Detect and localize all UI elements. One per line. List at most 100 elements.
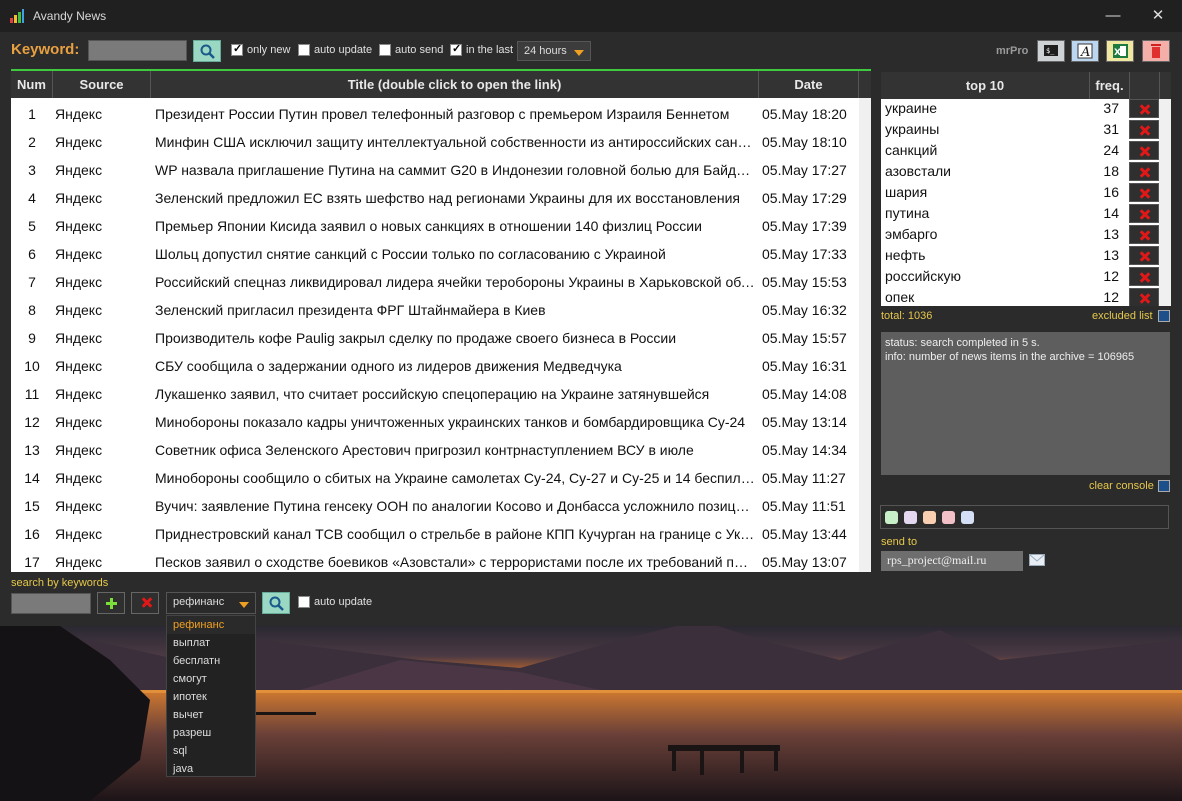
color-swatch-pink[interactable] bbox=[942, 511, 955, 524]
exclude-word-button[interactable] bbox=[1129, 120, 1159, 139]
keyword-search-button[interactable] bbox=[262, 592, 290, 614]
keyword-input[interactable] bbox=[88, 40, 187, 61]
table-row[interactable]: 10 Яндекс СБУ сообщила о задержании одного… bbox=[11, 352, 859, 380]
top10-freq: 13 bbox=[1103, 247, 1119, 263]
column-header-source[interactable]: Source bbox=[53, 71, 151, 98]
top10-freq: 16 bbox=[1103, 184, 1119, 200]
window-title: Avandy News bbox=[33, 9, 107, 23]
top10-row[interactable]: опек 12 bbox=[881, 287, 1159, 306]
top10-row[interactable]: азовстали 18 bbox=[881, 161, 1159, 182]
exclude-word-button[interactable] bbox=[1129, 267, 1159, 286]
keyword-select[interactable]: рефинанс bbox=[166, 592, 256, 614]
exclude-word-button[interactable] bbox=[1129, 141, 1159, 160]
top10-row[interactable]: российскую 12 bbox=[881, 266, 1159, 287]
keyword-search-input[interactable] bbox=[11, 593, 91, 614]
top10-row[interactable]: нефть 13 bbox=[881, 245, 1159, 266]
envelope-icon[interactable] bbox=[1029, 554, 1045, 566]
exclude-word-button[interactable] bbox=[1129, 99, 1159, 118]
color-swatch-blue[interactable] bbox=[961, 511, 974, 524]
exclude-word-button[interactable] bbox=[1129, 183, 1159, 202]
total-label: total: 1036 bbox=[881, 310, 933, 322]
top10-row[interactable]: украины 31 bbox=[881, 119, 1159, 140]
keyword-option[interactable]: выплат bbox=[167, 634, 255, 652]
top10-row[interactable]: санкций 24 bbox=[881, 140, 1159, 161]
top10-scrollbar[interactable] bbox=[1159, 99, 1171, 306]
minimize-button[interactable]: — bbox=[1098, 6, 1128, 26]
font-button[interactable]: A bbox=[1071, 40, 1099, 62]
top10-word: украины bbox=[885, 121, 940, 137]
table-row[interactable]: 5 Яндекс Премьер Японии Кисида заявил о но… bbox=[11, 212, 859, 240]
exclude-word-button[interactable] bbox=[1129, 204, 1159, 223]
keyword-option[interactable]: смогут bbox=[167, 670, 255, 688]
table-row[interactable]: 11 Яндекс Лукашенко заявил, что считает ро… bbox=[11, 380, 859, 408]
only-new-checkbox[interactable]: only new bbox=[231, 42, 290, 56]
excel-export-button[interactable]: X bbox=[1106, 40, 1134, 62]
table-row[interactable]: 16 Яндекс Приднестровский канал ТСВ сообщи… bbox=[11, 520, 859, 548]
row-title: СБУ сообщила о задержании одного из лиде… bbox=[155, 358, 622, 374]
keyword-option[interactable]: java bbox=[167, 760, 255, 778]
table-row[interactable]: 13 Яндекс Советник офиса Зеленского Аресто… bbox=[11, 436, 859, 464]
keyword-option[interactable]: ипотек bbox=[167, 688, 255, 706]
in-the-last-checkbox[interactable]: in the last bbox=[450, 42, 513, 56]
clear-console-label: clear console bbox=[1089, 480, 1154, 492]
top10-row[interactable]: эмбарго 13 bbox=[881, 224, 1159, 245]
table-row[interactable]: 7 Яндекс Российский спецназ ликвидировал л… bbox=[11, 268, 859, 296]
keyword-option[interactable]: бесплатн bbox=[167, 652, 255, 670]
column-header-num[interactable]: Num bbox=[11, 71, 53, 98]
color-swatch-green[interactable] bbox=[885, 511, 898, 524]
auto-update-label: auto update bbox=[314, 44, 373, 56]
table-row[interactable]: 12 Яндекс Минобороны показало кадры уничто… bbox=[11, 408, 859, 436]
table-row[interactable]: 1 Яндекс Президент России Путин провел тел… bbox=[11, 100, 859, 128]
exclude-word-button[interactable] bbox=[1129, 225, 1159, 244]
column-header-top10[interactable]: top 10 bbox=[881, 72, 1090, 99]
clear-console-button[interactable] bbox=[1158, 480, 1170, 492]
auto-update-checkbox[interactable]: auto update bbox=[298, 44, 372, 56]
keyword-option[interactable]: рефинанс bbox=[167, 616, 255, 634]
column-header-title[interactable]: Title (double click to open the link) bbox=[151, 71, 759, 98]
excluded-list-toggle[interactable] bbox=[1158, 310, 1170, 322]
exclude-word-button[interactable] bbox=[1129, 288, 1159, 306]
exclude-word-button[interactable] bbox=[1129, 162, 1159, 181]
table-row[interactable]: 14 Яндекс Минобороны сообщило о сбитых на … bbox=[11, 464, 859, 492]
column-header-date[interactable]: Date bbox=[759, 71, 859, 98]
close-button[interactable]: ✕ bbox=[1143, 6, 1173, 26]
table-row[interactable]: 17 Яндекс Песков заявил о сходстве боевико… bbox=[11, 548, 859, 572]
email-field[interactable]: rps_project@mail.ru bbox=[881, 551, 1023, 571]
top10-freq: 12 bbox=[1103, 289, 1119, 305]
color-swatch-orange[interactable] bbox=[923, 511, 936, 524]
top10-row[interactable]: украине 37 bbox=[881, 98, 1159, 119]
top10-word: российскую bbox=[885, 268, 961, 284]
checkbox-box[interactable] bbox=[231, 42, 243, 56]
keyword-auto-update-checkbox[interactable]: auto update bbox=[298, 596, 372, 608]
table-row[interactable]: 15 Яндекс Вучич: заявление Путина генсеку … bbox=[11, 492, 859, 520]
console-button[interactable]: $_ bbox=[1037, 40, 1065, 62]
delete-button[interactable] bbox=[1142, 40, 1170, 62]
checkbox-box[interactable] bbox=[379, 44, 391, 56]
remove-keyword-button[interactable] bbox=[131, 592, 159, 614]
table-row[interactable]: 9 Яндекс Производитель кофе Paulig закрыл … bbox=[11, 324, 859, 352]
row-source: Яндекс bbox=[55, 134, 103, 150]
table-row[interactable]: 3 Яндекс WP назвала приглашение Путина на … bbox=[11, 156, 859, 184]
top10-row[interactable]: шария 16 bbox=[881, 182, 1159, 203]
checkbox-box[interactable] bbox=[450, 42, 462, 56]
add-keyword-button[interactable] bbox=[97, 592, 125, 614]
top10-row[interactable]: путина 14 bbox=[881, 203, 1159, 224]
keyword-option[interactable]: вычет bbox=[167, 706, 255, 724]
exclude-word-button[interactable] bbox=[1129, 246, 1159, 265]
auto-send-checkbox[interactable]: auto send bbox=[379, 44, 443, 56]
table-row[interactable]: 2 Яндекс Минфин США исключил защиту интелл… bbox=[11, 128, 859, 156]
column-header-freq[interactable]: freq. bbox=[1090, 72, 1130, 99]
table-scrollbar[interactable] bbox=[859, 98, 871, 572]
table-row[interactable]: 6 Яндекс Шольц допустил снятие санкций с Р… bbox=[11, 240, 859, 268]
keyword-option[interactable]: sql bbox=[167, 742, 255, 760]
color-swatch-purple[interactable] bbox=[904, 511, 917, 524]
table-row[interactable]: 4 Яндекс Зеленский предложил ЕС взять шефс… bbox=[11, 184, 859, 212]
checkbox-box[interactable] bbox=[298, 44, 310, 56]
checkbox-box[interactable] bbox=[298, 596, 310, 608]
search-button[interactable] bbox=[193, 40, 221, 62]
row-num: 11 bbox=[24, 386, 40, 402]
row-title: Зеленский пригласил президента ФРГ Штайн… bbox=[155, 302, 546, 318]
period-select[interactable]: 24 hours bbox=[517, 41, 591, 61]
table-row[interactable]: 8 Яндекс Зеленский пригласил президента ФР… bbox=[11, 296, 859, 324]
keyword-option[interactable]: разреш bbox=[167, 724, 255, 742]
